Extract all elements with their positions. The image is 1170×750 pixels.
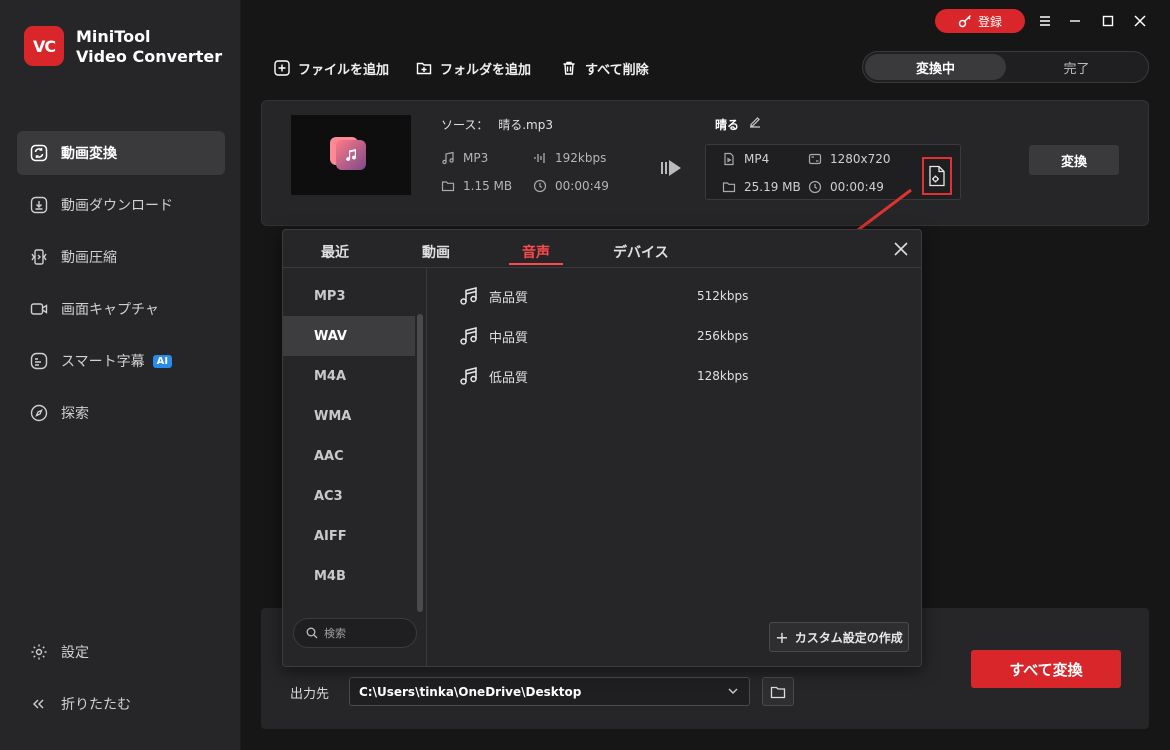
sidebar-item-video-download[interactable]: 動画ダウンロード <box>17 183 225 227</box>
format-settings-button[interactable] <box>922 157 952 195</box>
collapse-button[interactable]: 折りたたむ <box>17 682 225 726</box>
source-format: MP3 <box>441 151 488 165</box>
chevron-down-icon <box>728 688 738 694</box>
menu-icon[interactable] <box>1034 10 1056 32</box>
convert-icon <box>29 143 49 163</box>
music-note-icon <box>460 287 477 305</box>
preset-medium-rate: 256kbps <box>697 329 749 343</box>
output-label: 出力先 <box>290 687 330 702</box>
target-name: 晴る <box>715 118 740 132</box>
tab-converting[interactable]: 変換中 <box>865 54 1006 80</box>
search-icon <box>306 627 318 639</box>
music-note-icon <box>460 367 477 385</box>
tab-audio[interactable]: 音声 <box>522 242 550 262</box>
preset-low-quality[interactable]: 低品質 <box>459 365 528 387</box>
target-format: MP4 <box>722 152 769 166</box>
app-logo-icon: VC <box>24 26 64 66</box>
folder-icon <box>770 686 786 698</box>
sidebar: VC MiniTool Video Converter 動画変換 動画ダウンロー… <box>0 0 241 750</box>
add-folder-icon <box>416 62 432 75</box>
format-item-wav[interactable]: WAV <box>283 316 415 356</box>
file-thumbnail <box>291 115 411 195</box>
music-file-icon <box>330 137 366 170</box>
compress-icon <box>29 247 49 267</box>
preset-high-quality[interactable]: 高品質 <box>459 285 528 307</box>
preset-low-rate: 128kbps <box>697 369 749 383</box>
app-name: MiniTool Video Converter <box>76 27 223 66</box>
format-item-m4a[interactable]: M4A <box>283 356 415 396</box>
popup-tabs: 最近 動画 音声 デバイス <box>283 230 921 268</box>
login-button[interactable]: 登録 <box>935 9 1025 33</box>
settings-button[interactable]: 設定 <box>17 630 225 674</box>
source-duration: 00:00:49 <box>533 179 609 193</box>
sidebar-item-video-compress[interactable]: 動画圧縮 <box>17 235 225 279</box>
sidebar-item-smart-subtitle[interactable]: スマート字幕 AI <box>17 339 225 383</box>
active-tab-indicator <box>509 263 563 265</box>
gear-icon <box>29 642 49 662</box>
source-size: 1.15 MB <box>441 179 512 193</box>
source-filename: 晴る.mp3 <box>498 118 553 132</box>
file-settings-icon <box>929 165 945 187</box>
tab-video[interactable]: 動画 <box>422 242 450 262</box>
format-search-input[interactable]: 検索 <box>293 618 417 648</box>
add-icon <box>274 60 290 76</box>
compass-icon <box>29 403 49 423</box>
folder-icon <box>722 182 736 193</box>
format-popup: 最近 動画 音声 デバイス MP3 WAV M4A WMA AAC AC3 AI… <box>282 229 922 667</box>
close-window-icon[interactable] <box>1129 10 1151 32</box>
trash-icon <box>563 61 575 75</box>
create-custom-button[interactable]: + カスタム設定の作成 <box>769 622 909 652</box>
convert-all-button[interactable]: すべて変換 <box>971 650 1121 688</box>
output-path-select[interactable]: C:\Users\tinka\OneDrive\Desktop <box>349 677 750 706</box>
format-item-aac[interactable]: AAC <box>283 436 415 476</box>
clock-icon <box>533 179 547 193</box>
format-item-m4b[interactable]: M4B <box>283 556 415 596</box>
sidebar-item-screen-capture[interactable]: 画面キャプチャ <box>17 287 225 331</box>
folder-icon <box>441 181 455 192</box>
double-chevron-left-icon <box>29 694 49 714</box>
tab-recent[interactable]: 最近 <box>321 242 349 262</box>
format-item-wma[interactable]: WMA <box>283 396 415 436</box>
delete-all-button[interactable]: すべて削除 <box>561 58 649 78</box>
format-list-scrollbar[interactable] <box>417 314 423 612</box>
sidebar-item-video-convert[interactable]: 動画変換 <box>17 131 225 175</box>
preset-high-rate: 512kbps <box>697 289 749 303</box>
target-size: 25.19 MB <box>722 180 801 194</box>
add-folder-button[interactable]: フォルダを追加 <box>416 58 531 78</box>
ai-badge: AI <box>152 354 173 368</box>
camera-icon <box>29 299 49 319</box>
target-resolution: 1280x720 <box>808 152 891 166</box>
waveform-icon <box>534 153 545 163</box>
music-note-icon <box>442 151 454 165</box>
resolution-icon <box>808 153 822 165</box>
format-item-aiff[interactable]: AIFF <box>283 516 415 556</box>
close-icon[interactable] <box>893 241 909 257</box>
tab-done[interactable]: 完了 <box>1006 54 1147 80</box>
add-file-button[interactable]: ファイルを追加 <box>274 58 389 78</box>
download-icon <box>29 195 49 215</box>
source-label: ソース： 晴る.mp3 <box>441 118 553 132</box>
tab-device[interactable]: デバイス <box>613 242 669 262</box>
plus-icon: + <box>775 627 789 647</box>
convert-button[interactable]: 変換 <box>1029 145 1119 175</box>
key-icon <box>958 14 972 28</box>
maximize-icon[interactable] <box>1097 10 1119 32</box>
video-file-icon <box>724 152 734 166</box>
format-item-ac3[interactable]: AC3 <box>283 476 415 516</box>
sidebar-item-explore[interactable]: 探索 <box>17 391 225 435</box>
music-note-icon <box>460 327 477 345</box>
arrow-right-icon <box>661 158 683 182</box>
browse-folder-button[interactable] <box>762 677 794 706</box>
preset-medium-quality[interactable]: 中品質 <box>459 325 528 347</box>
status-toggle: 変換中 完了 <box>862 51 1149 83</box>
subtitle-icon <box>29 351 49 371</box>
format-list: MP3 WAV M4A WMA AAC AC3 AIFF M4B <box>283 268 427 666</box>
source-bitrate: 192kbps <box>533 151 606 165</box>
format-item-mp3[interactable]: MP3 <box>283 276 415 316</box>
minimize-icon[interactable] <box>1064 10 1086 32</box>
edit-name-icon[interactable] <box>748 115 762 133</box>
